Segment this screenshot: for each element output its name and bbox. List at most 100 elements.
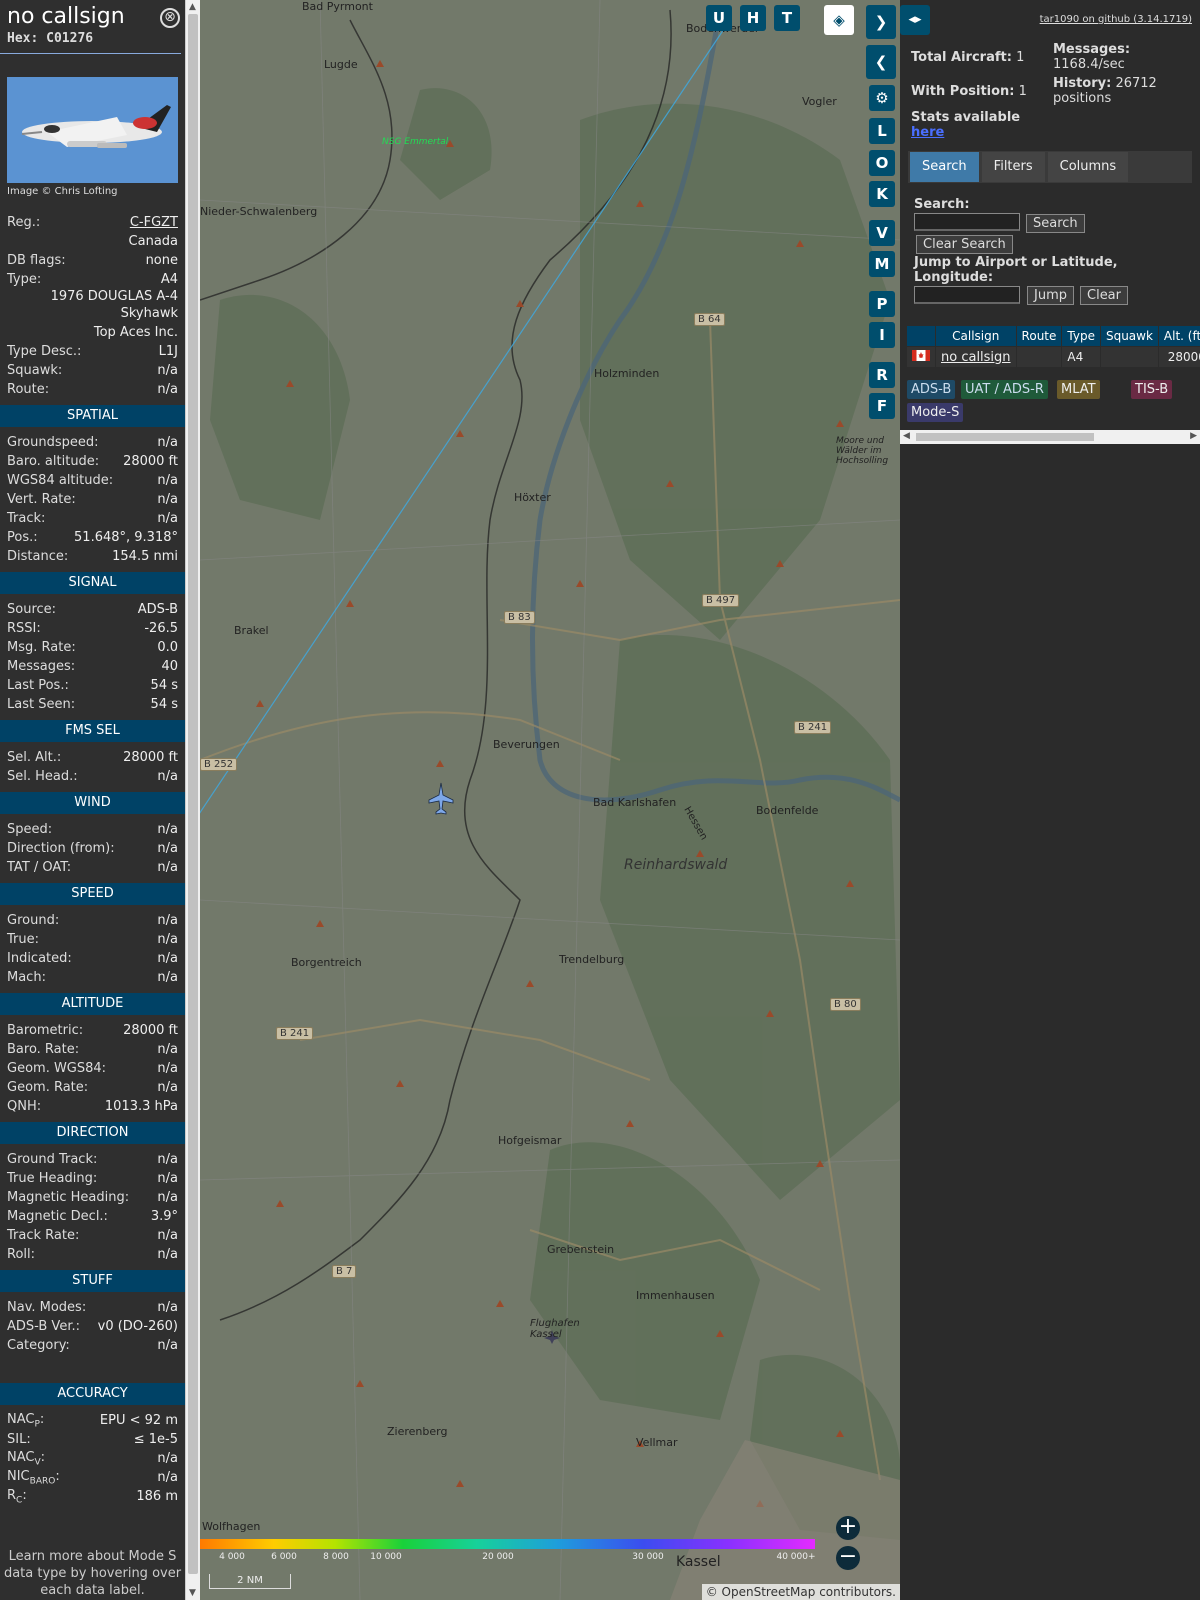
settings-gear-icon[interactable]: ⚙ — [869, 85, 895, 111]
stuff-value: n/a — [157, 1338, 178, 1353]
jump-button[interactable]: Jump — [1027, 286, 1074, 305]
wind-label[interactable]: TAT / OAT: — [7, 860, 71, 875]
fms-label[interactable]: Sel. Alt.: — [7, 750, 61, 765]
layers-icon[interactable]: ◈ — [824, 5, 854, 35]
scroll-thumb[interactable] — [188, 14, 198, 1574]
direction-label[interactable]: Roll: — [7, 1247, 35, 1262]
map-view[interactable]: Bad PyrmontLugdeBodenwerderVoglerNSG Emm… — [200, 0, 900, 1600]
stuff-label[interactable]: Nav. Modes: — [7, 1300, 86, 1315]
toggle-h-button[interactable]: H — [740, 5, 766, 31]
split-toggle-icon[interactable]: ◂▸ — [900, 5, 930, 35]
toggle-k-button[interactable]: K — [869, 181, 895, 207]
spatial-label[interactable]: Baro. altitude: — [7, 454, 99, 469]
stats-here-link[interactable]: here — [911, 125, 944, 140]
reg-link[interactable]: C-FGZT — [130, 215, 178, 230]
altitude-label[interactable]: Geom. Rate: — [7, 1080, 88, 1095]
accuracy-label[interactable]: NACP: — [7, 1412, 44, 1430]
col-squawk[interactable]: Squawk — [1100, 326, 1158, 346]
clear-search-button[interactable]: Clear Search — [916, 235, 1013, 254]
toggle-p-button[interactable]: P — [869, 291, 895, 317]
col-type[interactable]: Type — [1062, 326, 1100, 346]
toggle-r-button[interactable]: R — [869, 362, 895, 388]
row-callsign[interactable]: no callsign — [936, 347, 1016, 367]
table-row[interactable]: no callsign A4 28000 — [907, 347, 1200, 367]
speed-label[interactable]: Mach: — [7, 970, 46, 985]
wind-label[interactable]: Speed: — [7, 822, 52, 837]
col-route[interactable]: Route — [1016, 326, 1062, 346]
scroll-left-icon[interactable]: ◀ — [903, 431, 910, 441]
toggle-f-button[interactable]: F — [869, 393, 895, 419]
direction-label[interactable]: Ground Track: — [7, 1152, 97, 1167]
signal-label[interactable]: Last Seen: — [7, 697, 75, 712]
tab-columns[interactable]: Columns — [1047, 152, 1129, 182]
direction-label[interactable]: Track Rate: — [7, 1228, 79, 1243]
toggle-u-button[interactable]: U — [706, 5, 732, 31]
typedesc-value: L1J — [158, 344, 178, 359]
aircraft-photo[interactable] — [7, 77, 178, 183]
scroll-down-icon[interactable]: ▼ — [189, 1588, 196, 1598]
table-hscrollbar[interactable]: ◀ ▶ — [900, 430, 1200, 444]
accuracy-label-text: R — [7, 1487, 17, 1503]
altitude-label[interactable]: Baro. Rate: — [7, 1042, 79, 1057]
speed-label[interactable]: Ground: — [7, 913, 59, 928]
tab-filters[interactable]: Filters — [981, 152, 1045, 182]
accuracy-label[interactable]: SIL: — [7, 1432, 31, 1447]
jump-input[interactable] — [914, 286, 1020, 304]
signal-label[interactable]: RSSI: — [7, 621, 41, 636]
info-scrollbar[interactable]: ▲ ▼ — [185, 0, 200, 1600]
identity-rows: Reg.: C-FGZT Canada DB flags: none Type: A4… — [0, 213, 185, 399]
zoom-out-icon[interactable]: − — [836, 1546, 860, 1570]
row-alt: 28000 — [1158, 347, 1200, 367]
search-button[interactable]: Search — [1026, 214, 1085, 233]
signal-label[interactable]: Messages: — [7, 659, 75, 674]
search-input[interactable] — [914, 213, 1020, 231]
hscroll-thumb[interactable] — [916, 433, 1094, 441]
spatial-label[interactable]: Vert. Rate: — [7, 492, 76, 507]
direction-label[interactable]: Magnetic Heading: — [7, 1190, 129, 1205]
tab-search[interactable]: Search — [910, 152, 979, 182]
scroll-up-icon[interactable]: ▲ — [189, 2, 196, 12]
toggle-v-button[interactable]: V — [869, 220, 895, 246]
direction-row: True Heading: n/a — [0, 1169, 185, 1188]
col-callsign[interactable]: Callsign — [936, 326, 1016, 346]
accuracy-label[interactable]: RC: — [7, 1488, 27, 1506]
signal-label[interactable]: Last Pos.: — [7, 678, 69, 693]
speed-label-text: Indicated: — [7, 951, 72, 966]
zoom-in-icon[interactable]: + — [836, 1516, 860, 1540]
clear-button[interactable]: Clear — [1080, 286, 1128, 305]
altitude-label[interactable]: Geom. WGS84: — [7, 1061, 106, 1076]
stuff-label[interactable]: Category: — [7, 1338, 70, 1353]
spatial-label-text: Vert. Rate: — [7, 492, 76, 507]
next-aircraft-icon[interactable]: ❯ — [866, 5, 896, 39]
speed-label[interactable]: True: — [7, 932, 39, 947]
direction-label[interactable]: Magnetic Decl.: — [7, 1209, 108, 1224]
signal-label[interactable]: Msg. Rate: — [7, 640, 76, 655]
toggle-o-button[interactable]: O — [869, 150, 895, 176]
col-alt[interactable]: Alt. (ft) — [1158, 326, 1200, 346]
toggle-l-button[interactable]: L — [869, 118, 895, 144]
direction-label[interactable]: True Heading: — [7, 1171, 97, 1186]
accuracy-label[interactable]: NICBARO: — [7, 1469, 60, 1487]
accuracy-label[interactable]: NACV: — [7, 1450, 45, 1468]
toggle-m-button[interactable]: M — [869, 251, 895, 277]
altitude-label[interactable]: QNH: — [7, 1099, 41, 1114]
fms-label[interactable]: Sel. Head.: — [7, 769, 78, 784]
github-link[interactable]: tar1090 on github (3.14.1719) — [1040, 14, 1192, 25]
scroll-right-icon[interactable]: ▶ — [1190, 431, 1197, 441]
prev-aircraft-icon[interactable]: ❮ — [866, 45, 896, 79]
close-icon[interactable]: ⊗ — [160, 8, 180, 28]
spatial-label[interactable]: Track: — [7, 511, 45, 526]
spatial-label[interactable]: WGS84 altitude: — [7, 473, 113, 488]
signal-label[interactable]: Source: — [7, 602, 56, 617]
toggle-i-button[interactable]: I — [869, 322, 895, 348]
spatial-label[interactable]: Groundspeed: — [7, 435, 98, 450]
osm-link[interactable]: OpenStreetMap — [722, 1585, 816, 1599]
wind-label[interactable]: Direction (from): — [7, 841, 115, 856]
col-flag[interactable] — [907, 326, 935, 346]
toggle-t-button[interactable]: T — [774, 5, 800, 31]
speed-label[interactable]: Indicated: — [7, 951, 72, 966]
spatial-label[interactable]: Distance: — [7, 549, 68, 564]
altitude-label[interactable]: Barometric: — [7, 1023, 83, 1038]
spatial-label[interactable]: Pos.: — [7, 530, 38, 545]
stuff-label[interactable]: ADS-B Ver.: — [7, 1319, 80, 1334]
